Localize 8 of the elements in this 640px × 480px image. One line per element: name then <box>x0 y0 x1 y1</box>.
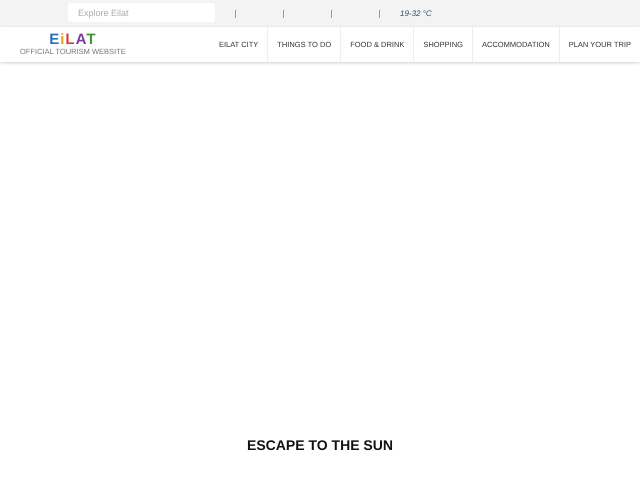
search-field[interactable]: Explore Eilat <box>68 3 215 22</box>
logo-letter: i <box>60 31 66 48</box>
logo-letter: L <box>65 31 76 48</box>
weather-text: 19-32 °C <box>400 9 432 18</box>
logo-letter: E <box>49 31 60 48</box>
logo-letter: T <box>86 31 96 48</box>
section-heading: ESCAPE TO THE SUN <box>246 437 394 453</box>
logo-letter: A <box>76 31 86 48</box>
